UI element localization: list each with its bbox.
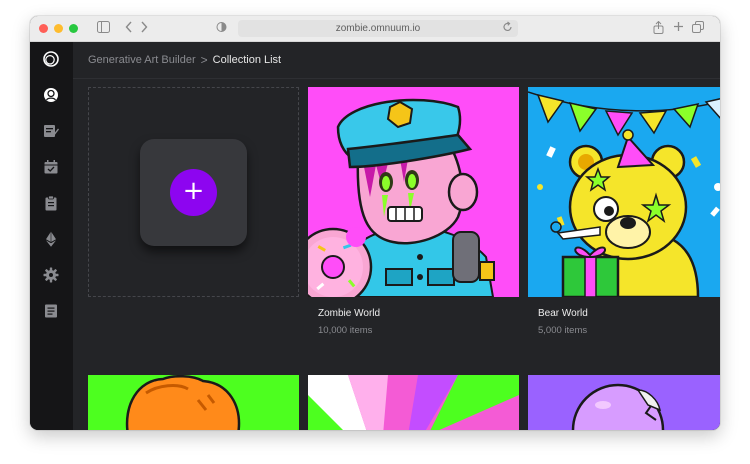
ethereum-icon[interactable] — [42, 230, 60, 248]
collection-card-row2-3[interactable] — [528, 375, 720, 430]
sidebar-toggle-icon[interactable] — [97, 21, 110, 36]
breadcrumb-current: Collection List — [212, 54, 282, 66]
maximize-window-button[interactable] — [69, 24, 78, 33]
new-tab-icon[interactable] — [673, 21, 684, 35]
bear-world-artwork[interactable] — [528, 87, 720, 297]
url-text: zombie.omnuum.io — [335, 23, 421, 34]
main-content: Generative Art Builder > Collection List… — [73, 42, 720, 430]
omnuum-logo-icon[interactable] — [42, 50, 60, 68]
forward-icon[interactable] — [140, 21, 148, 36]
breadcrumb-parent-link[interactable]: Generative Art Builder — [88, 52, 196, 68]
user-circle-icon[interactable] — [42, 86, 60, 104]
minimize-window-button[interactable] — [54, 24, 63, 33]
add-collection-tile[interactable]: + — [140, 139, 247, 246]
privacy-shield-icon — [216, 21, 227, 36]
share-icon[interactable] — [653, 20, 664, 37]
sidebar — [30, 42, 73, 430]
reload-icon[interactable] — [502, 21, 513, 36]
collection-name[interactable]: Zombie World — [318, 308, 380, 319]
close-window-button[interactable] — [39, 24, 48, 33]
collection-name[interactable]: Bear World — [538, 308, 588, 319]
tab-overview-icon[interactable] — [692, 21, 704, 36]
browser-window: zombie.omnuum.io Generative Art Builder … — [30, 16, 720, 430]
collection-item-count: 10,000 items — [318, 325, 373, 336]
address-bar[interactable]: zombie.omnuum.io — [238, 20, 518, 37]
back-icon[interactable] — [125, 21, 133, 36]
breadcrumb-separator: > — [200, 53, 208, 67]
clipboard-icon[interactable] — [42, 194, 60, 212]
collection-card-row2-1[interactable] — [88, 375, 299, 430]
browser-titlebar: zombie.omnuum.io — [30, 16, 720, 42]
zombie-world-artwork[interactable] — [308, 87, 519, 297]
collection-item-count: 5,000 items — [538, 325, 588, 336]
collection-card-row2-2[interactable] — [308, 375, 519, 430]
gear-icon[interactable] — [42, 266, 60, 284]
header-divider — [73, 78, 720, 79]
add-collection-card[interactable]: + — [88, 87, 299, 297]
breadcrumb: Generative Art Builder > Collection List — [88, 52, 281, 68]
edit-note-icon[interactable] — [42, 122, 60, 140]
document-list-icon[interactable] — [42, 302, 60, 320]
add-collection-button[interactable]: + — [170, 169, 217, 216]
calendar-icon[interactable] — [42, 158, 60, 176]
